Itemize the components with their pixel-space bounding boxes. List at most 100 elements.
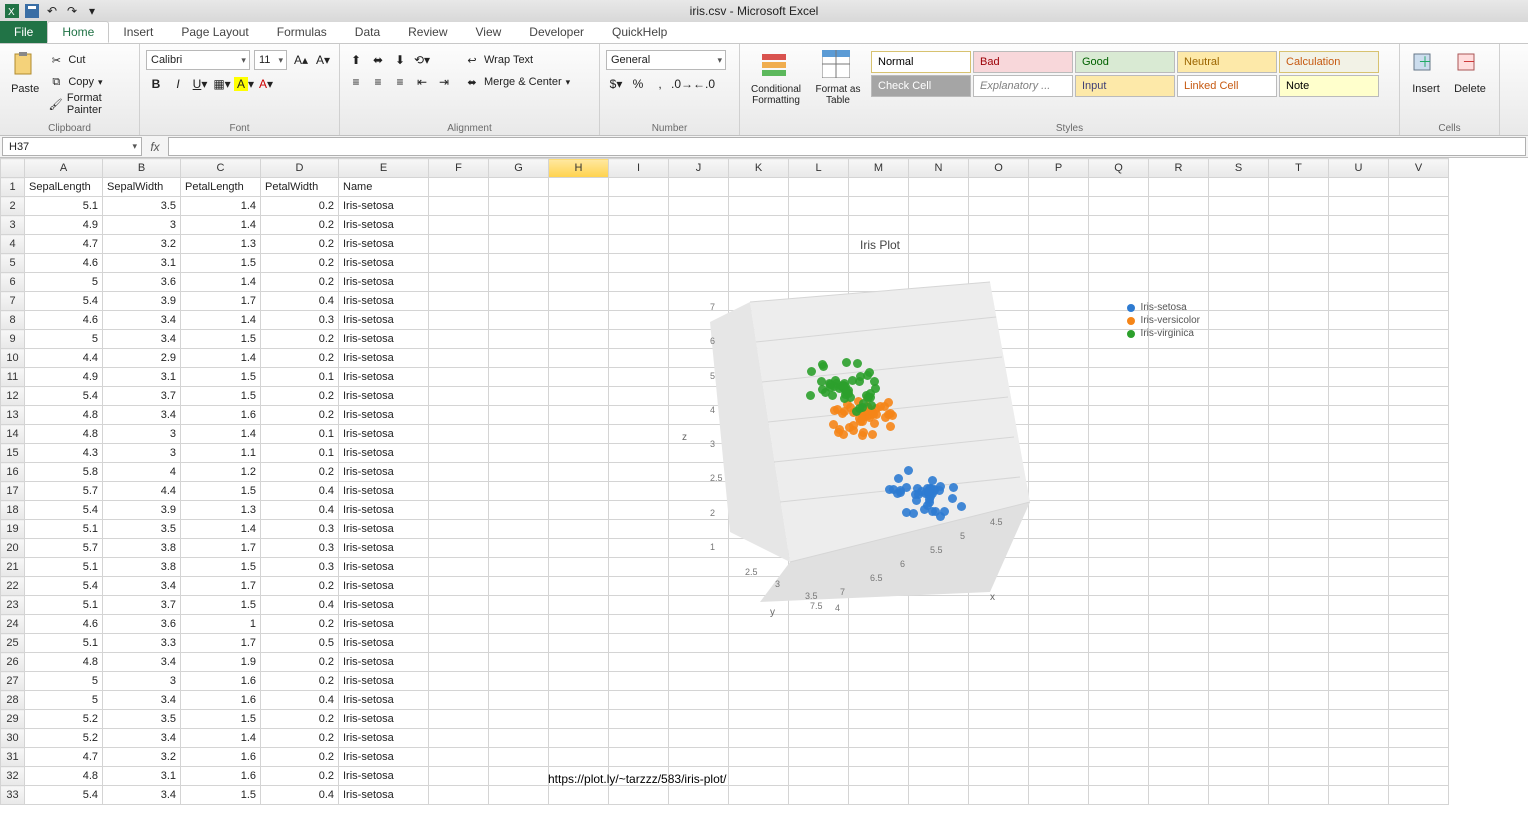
cell[interactable] — [1389, 672, 1449, 691]
cell[interactable]: 4.4 — [103, 482, 181, 501]
cell[interactable]: 3.6 — [103, 273, 181, 292]
cell[interactable]: Iris-setosa — [339, 615, 429, 634]
cell[interactable]: 3.3 — [103, 634, 181, 653]
cell[interactable] — [1269, 672, 1329, 691]
cell[interactable]: 1.4 — [181, 520, 261, 539]
cell[interactable]: 0.2 — [261, 710, 339, 729]
row-header[interactable]: 6 — [1, 273, 25, 292]
cell[interactable]: 1.7 — [181, 539, 261, 558]
cell[interactable] — [1329, 463, 1389, 482]
cell[interactable] — [1029, 178, 1089, 197]
cell[interactable]: 3 — [103, 672, 181, 691]
cell[interactable]: 1.6 — [181, 767, 261, 786]
row-header[interactable]: 33 — [1, 786, 25, 805]
cell[interactable]: 5 — [25, 672, 103, 691]
undo-icon[interactable]: ↶ — [44, 3, 60, 19]
col-header[interactable]: B — [103, 159, 181, 178]
cell[interactable] — [1149, 767, 1209, 786]
cell[interactable] — [849, 748, 909, 767]
cell[interactable] — [1209, 216, 1269, 235]
fx-icon[interactable]: fx — [144, 136, 166, 157]
cell[interactable]: 3.4 — [103, 577, 181, 596]
cell[interactable]: Iris-setosa — [339, 596, 429, 615]
cell[interactable] — [669, 748, 729, 767]
cell[interactable] — [429, 520, 489, 539]
cell[interactable] — [1269, 406, 1329, 425]
tab-review[interactable]: Review — [394, 21, 461, 43]
align-bottom-button[interactable]: ⬇ — [390, 50, 410, 70]
cell[interactable] — [849, 672, 909, 691]
cell[interactable] — [669, 786, 729, 805]
cell[interactable]: 1.4 — [181, 311, 261, 330]
cell[interactable]: 3 — [103, 216, 181, 235]
cell[interactable] — [909, 672, 969, 691]
cell[interactable]: 3.7 — [103, 387, 181, 406]
cell[interactable]: 1.4 — [181, 216, 261, 235]
row-header[interactable]: 14 — [1, 425, 25, 444]
cell[interactable] — [1269, 216, 1329, 235]
cell[interactable] — [1269, 501, 1329, 520]
cell[interactable] — [1389, 691, 1449, 710]
cell[interactable] — [429, 444, 489, 463]
cell[interactable] — [1389, 216, 1449, 235]
cell[interactable]: 3.8 — [103, 539, 181, 558]
row-header[interactable]: 22 — [1, 577, 25, 596]
cell[interactable] — [1209, 672, 1269, 691]
col-header[interactable]: I — [609, 159, 669, 178]
cell[interactable]: 5.4 — [25, 786, 103, 805]
cell[interactable] — [969, 197, 1029, 216]
row-header[interactable]: 20 — [1, 539, 25, 558]
cell[interactable]: Iris-setosa — [339, 520, 429, 539]
grow-font-button[interactable]: A▴ — [291, 50, 311, 70]
cell[interactable] — [1149, 786, 1209, 805]
cell[interactable]: 0.2 — [261, 729, 339, 748]
cell[interactable]: Iris-setosa — [339, 387, 429, 406]
cell[interactable] — [1389, 577, 1449, 596]
cell[interactable]: Iris-setosa — [339, 273, 429, 292]
cell[interactable] — [1329, 235, 1389, 254]
cell[interactable]: Name — [339, 178, 429, 197]
row-header[interactable]: 19 — [1, 520, 25, 539]
cell[interactable]: 0.2 — [261, 349, 339, 368]
cell[interactable] — [969, 767, 1029, 786]
cell[interactable] — [669, 729, 729, 748]
cell[interactable]: 0.1 — [261, 368, 339, 387]
col-header[interactable]: E — [339, 159, 429, 178]
cell[interactable]: 0.2 — [261, 767, 339, 786]
cell[interactable]: 5.7 — [25, 539, 103, 558]
cell[interactable]: 0.1 — [261, 444, 339, 463]
cell[interactable]: 5.1 — [25, 520, 103, 539]
cell[interactable] — [429, 653, 489, 672]
cell[interactable]: 5 — [25, 330, 103, 349]
cell[interactable]: 3 — [103, 444, 181, 463]
cell[interactable] — [849, 729, 909, 748]
cell[interactable] — [1029, 786, 1089, 805]
cell[interactable] — [969, 672, 1029, 691]
cell[interactable]: Iris-setosa — [339, 444, 429, 463]
cell[interactable] — [429, 273, 489, 292]
cell[interactable]: Iris-setosa — [339, 691, 429, 710]
cell[interactable] — [429, 482, 489, 501]
cell[interactable] — [1329, 558, 1389, 577]
font-color-button[interactable]: A▾ — [256, 74, 276, 94]
cell[interactable] — [729, 786, 789, 805]
cell[interactable] — [1149, 216, 1209, 235]
cell[interactable] — [1329, 368, 1389, 387]
cell[interactable] — [1389, 596, 1449, 615]
align-middle-button[interactable]: ⬌ — [368, 50, 388, 70]
cell[interactable] — [609, 748, 669, 767]
col-header[interactable]: U — [1329, 159, 1389, 178]
row-header[interactable]: 7 — [1, 292, 25, 311]
cell[interactable]: 4.3 — [25, 444, 103, 463]
cell[interactable] — [549, 729, 609, 748]
cell[interactable] — [669, 197, 729, 216]
cell[interactable] — [1149, 729, 1209, 748]
tab-insert[interactable]: Insert — [109, 21, 167, 43]
cell[interactable] — [1389, 558, 1449, 577]
cell[interactable] — [489, 729, 549, 748]
cell[interactable] — [549, 197, 609, 216]
cell[interactable]: 1.4 — [181, 197, 261, 216]
cell[interactable]: Iris-setosa — [339, 463, 429, 482]
cell[interactable]: 1.5 — [181, 786, 261, 805]
col-header[interactable]: L — [789, 159, 849, 178]
